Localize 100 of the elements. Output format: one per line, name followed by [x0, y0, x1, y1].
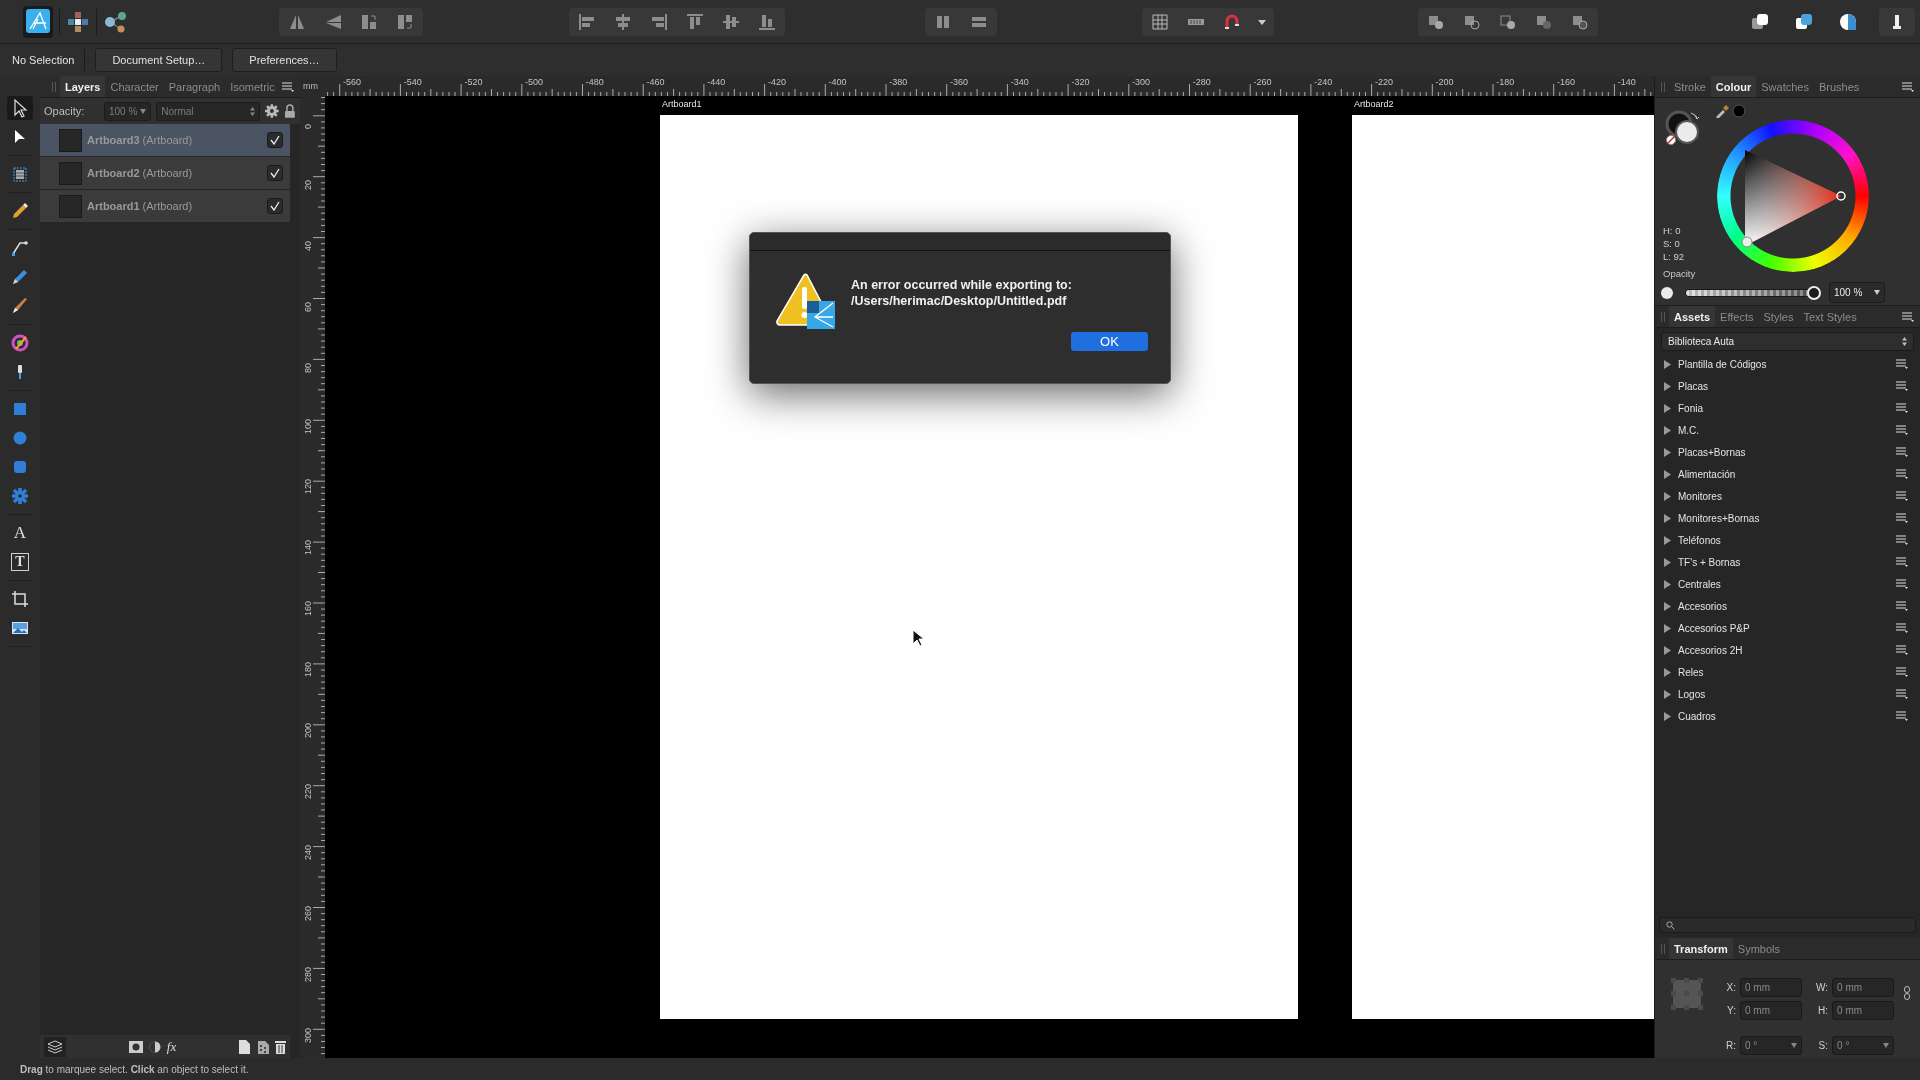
input-field[interactable]: 0 mm	[1740, 1001, 1802, 1020]
checkered-page-icon[interactable]	[256, 1039, 269, 1054]
asset-category[interactable]: Fonia	[1678, 402, 1890, 414]
panel-tab[interactable]: Layers	[60, 76, 106, 97]
opacity-field[interactable]: 100 %	[1829, 282, 1885, 303]
menu-icon[interactable]	[1896, 601, 1908, 611]
menu-icon[interactable]	[1896, 491, 1908, 501]
nodes-icon[interactable]	[103, 9, 129, 34]
lock-icon[interactable]	[284, 104, 296, 118]
input-field[interactable]: 0 mm	[1740, 978, 1802, 997]
angle-dropdown[interactable]: 0 °	[1832, 1036, 1895, 1055]
asset-category[interactable]: Accesorios	[1678, 600, 1890, 612]
expand-arrow-icon[interactable]	[1663, 469, 1672, 479]
align-left-icon[interactable]	[577, 11, 597, 32]
expand-arrow-icon[interactable]	[1663, 623, 1672, 633]
expand-arrow-icon[interactable]	[1663, 491, 1672, 501]
menu-icon[interactable]	[1896, 513, 1908, 523]
menu-icon[interactable]	[1896, 381, 1908, 391]
panel-tab[interactable]: Isometric	[225, 76, 280, 97]
menu-icon[interactable]	[282, 81, 294, 92]
grid-icon[interactable]	[1150, 11, 1170, 32]
effects-button[interactable]: fx	[166, 1038, 177, 1055]
page-icon[interactable]	[239, 1039, 250, 1054]
menu-icon[interactable]	[1902, 81, 1914, 92]
eyedropper-icon[interactable]	[1715, 104, 1747, 118]
expand-arrow-icon[interactable]	[1663, 535, 1672, 545]
toolbar-button[interactable]: Preferences…	[232, 48, 337, 72]
expand-arrow-icon[interactable]	[1663, 447, 1672, 457]
asset-category[interactable]: Cuadros	[1678, 710, 1890, 722]
input-field[interactable]: 0 mm	[1832, 1001, 1895, 1020]
paintbrush-icon[interactable]	[10, 296, 30, 316]
menu-icon[interactable]	[1896, 535, 1908, 545]
arrange-front-icon[interactable]	[1750, 11, 1770, 32]
expand-arrow-icon[interactable]	[1663, 381, 1672, 391]
layer-row[interactable]: Artboard1 (Artboard)	[40, 190, 290, 223]
menu-icon[interactable]	[1896, 557, 1908, 567]
menu-icon[interactable]	[1896, 447, 1908, 457]
panel-tab[interactable]: Brushes	[1813, 76, 1865, 97]
blend-mode-dropdown[interactable]: Normal	[156, 101, 261, 121]
expand-arrow-icon[interactable]	[1663, 403, 1672, 413]
expand-arrow-icon[interactable]	[1663, 359, 1672, 369]
chevron-logo-icon[interactable]	[26, 8, 50, 33]
trash-icon[interactable]	[275, 1039, 286, 1054]
layers-icon[interactable]	[44, 1036, 66, 1057]
panel-tab[interactable]: Colour	[1710, 76, 1757, 97]
asset-category[interactable]: Teléfonos	[1678, 534, 1890, 546]
pen-icon[interactable]	[10, 238, 30, 258]
ok-button[interactable]: OK	[1071, 332, 1148, 351]
toolbar-button[interactable]: Document Setup…	[95, 48, 223, 72]
menu-icon[interactable]	[1896, 623, 1908, 633]
asset-category[interactable]: Monitores	[1678, 490, 1890, 502]
asset-category[interactable]: Placas	[1678, 380, 1890, 392]
mask-icon[interactable]	[128, 1040, 143, 1053]
menu-icon[interactable]	[1896, 469, 1908, 479]
panel-tab[interactable]: Assets	[1669, 306, 1716, 327]
asset-category[interactable]: Placas+Bornas	[1678, 446, 1890, 458]
input-field[interactable]: 0 mm	[1832, 978, 1895, 997]
panel-tab[interactable]: Styles	[1758, 306, 1799, 327]
align-center-icon[interactable]	[613, 11, 633, 32]
asset-category[interactable]: Accesorios 2H	[1678, 644, 1890, 656]
panel-tab[interactable]: Character	[105, 76, 164, 97]
link-icon[interactable]	[1904, 986, 1911, 1000]
layer-row[interactable]: Artboard2 (Artboard)	[40, 157, 290, 190]
caret-icon[interactable]	[1258, 17, 1266, 26]
expand-arrow-icon[interactable]	[1663, 689, 1672, 699]
crop-icon[interactable]	[10, 589, 30, 609]
asset-category[interactable]: M.C.	[1678, 424, 1890, 436]
expand-arrow-icon[interactable]	[1663, 513, 1672, 523]
opacity-dropdown[interactable]: 100 %	[103, 101, 152, 121]
panel-tab[interactable]: Swatches	[1756, 76, 1814, 97]
asset-category[interactable]: Reles	[1678, 666, 1890, 678]
menu-icon[interactable]	[1896, 403, 1908, 413]
expand-arrow-icon[interactable]	[1663, 601, 1672, 611]
panel-tab[interactable]: Stroke	[1669, 76, 1711, 97]
pencil-icon[interactable]	[10, 267, 30, 287]
menu-icon[interactable]	[1902, 311, 1914, 322]
visibility-checkbox[interactable]	[267, 132, 283, 148]
expand-arrow-icon[interactable]	[1663, 667, 1672, 677]
asset-category[interactable]: Accesorios P&P	[1678, 622, 1890, 634]
align-right-icon[interactable]	[649, 11, 669, 32]
visibility-checkbox[interactable]	[267, 165, 283, 181]
asset-category[interactable]: Centrales	[1678, 578, 1890, 590]
menu-icon[interactable]	[1896, 689, 1908, 699]
expand-arrow-icon[interactable]	[1663, 425, 1672, 435]
expand-arrow-icon[interactable]	[1663, 579, 1672, 589]
panel-tab[interactable]: Text Styles	[1798, 306, 1862, 327]
library-dropdown[interactable]: Biblioteca Auta	[1661, 332, 1914, 351]
menu-icon[interactable]	[1896, 425, 1908, 435]
search-field[interactable]	[1659, 917, 1916, 933]
text-tool[interactable]: A	[13, 521, 27, 545]
settings-icon[interactable]	[265, 104, 280, 118]
menu-icon[interactable]	[1896, 359, 1908, 369]
slider-handle[interactable]	[1807, 285, 1821, 300]
panel-tab[interactable]: Effects	[1715, 306, 1759, 327]
expand-arrow-icon[interactable]	[1663, 711, 1672, 721]
menu-icon[interactable]	[1896, 711, 1908, 721]
menu-icon[interactable]	[1896, 667, 1908, 677]
half-circle-icon[interactable]	[1838, 11, 1858, 32]
visibility-checkbox[interactable]	[267, 198, 283, 214]
angle-dropdown[interactable]: 0 °	[1740, 1036, 1802, 1055]
